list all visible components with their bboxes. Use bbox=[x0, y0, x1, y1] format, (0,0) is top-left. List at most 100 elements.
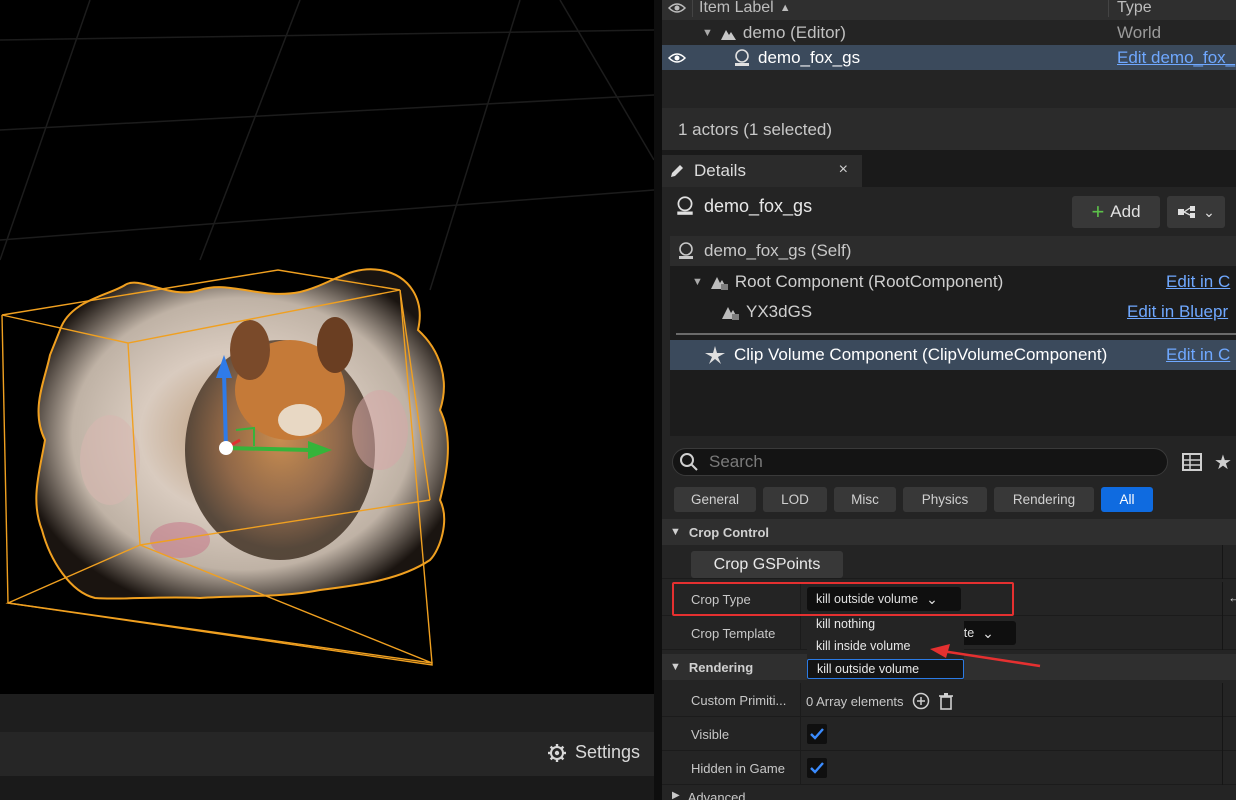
row-splitter bbox=[1222, 717, 1223, 751]
search-placeholder: Search bbox=[709, 452, 763, 471]
add-element-icon[interactable] bbox=[912, 692, 930, 710]
edit-in-cpp-link[interactable]: Edit in C bbox=[1166, 272, 1230, 292]
fox-snout bbox=[278, 404, 322, 436]
array-count: 0 Array elements bbox=[806, 693, 904, 709]
filter-general[interactable]: General bbox=[674, 487, 756, 512]
component-tree: demo_fox_gs (Self) ▼ Root Component (Roo… bbox=[670, 236, 1236, 436]
section-advanced[interactable]: ▶ Advanced bbox=[672, 790, 746, 800]
column-splitter[interactable] bbox=[800, 616, 801, 650]
selected-actor-name: demo_fox_gs bbox=[704, 195, 813, 216]
actor-icon bbox=[735, 48, 749, 66]
trash-icon[interactable] bbox=[938, 692, 954, 710]
add-label: Add bbox=[1110, 202, 1141, 221]
filter-misc[interactable]: Misc bbox=[834, 487, 896, 512]
world-icon bbox=[720, 29, 736, 40]
details-tab-label: Details bbox=[694, 161, 746, 180]
clip-volume-icon bbox=[705, 346, 725, 364]
row-splitter bbox=[1222, 616, 1223, 650]
component-self[interactable]: demo_fox_gs (Self) bbox=[670, 236, 1236, 266]
viewport-toolbar: Settings bbox=[0, 732, 654, 776]
panel-splitter[interactable] bbox=[654, 0, 662, 800]
reset-arrow-icon[interactable]: ← bbox=[1228, 590, 1236, 605]
close-icon[interactable]: × bbox=[839, 161, 848, 179]
array-editor: 0 Array elements bbox=[806, 692, 954, 710]
filter-lod[interactable]: LOD bbox=[763, 487, 827, 512]
outliner-row-actor-label: demo_fox_gs bbox=[692, 48, 1117, 68]
component-root[interactable]: ▼ Root Component (RootComponent) Edit in… bbox=[670, 267, 1236, 297]
section-rendering-label: Rendering bbox=[688, 659, 754, 675]
viewport-scene[interactable] bbox=[0, 0, 654, 694]
favorites-star-icon[interactable]: ★ bbox=[1214, 450, 1232, 475]
item-label-column-header[interactable]: Item Label ▲ bbox=[692, 0, 1108, 17]
settings-button[interactable]: Settings bbox=[547, 742, 640, 763]
status-strip bbox=[0, 776, 654, 800]
world-type: World bbox=[1117, 22, 1162, 42]
category-filters: General LOD Misc Physics Rendering All bbox=[674, 487, 1153, 512]
scene-component-icon bbox=[722, 307, 739, 320]
add-component-button[interactable]: + Add bbox=[1072, 196, 1160, 228]
hidden-in-game-row: Hidden in Game bbox=[662, 751, 1236, 785]
custom-primitive-row: Custom Primiti... 0 Array elements bbox=[662, 683, 1236, 717]
checkmark-icon bbox=[810, 728, 824, 740]
world-name: demo (Editor) bbox=[742, 22, 846, 42]
table-view-icon[interactable] bbox=[1182, 452, 1202, 472]
blueprint-icon bbox=[1178, 206, 1196, 218]
gear-icon bbox=[547, 743, 566, 762]
edit-in-blueprint-link[interactable]: Edit in Bluepr bbox=[1127, 302, 1228, 322]
blueprint-options-button[interactable]: ⌄ bbox=[1167, 196, 1225, 228]
details-search[interactable]: Search bbox=[672, 448, 1168, 476]
search-icon bbox=[680, 453, 698, 471]
row-splitter bbox=[1222, 751, 1223, 785]
column-splitter[interactable] bbox=[800, 717, 801, 751]
row-splitter bbox=[1222, 545, 1223, 579]
edit-in-cpp-link[interactable]: Edit in C bbox=[1166, 345, 1230, 365]
filter-physics[interactable]: Physics bbox=[903, 487, 987, 512]
flower-pattern-right bbox=[352, 390, 408, 470]
component-yx3dgs-label: YX3dGS bbox=[746, 302, 813, 321]
filter-all[interactable]: All bbox=[1101, 487, 1153, 512]
collapse-arrow-icon[interactable]: ▼ bbox=[702, 27, 713, 39]
type-header-text: Type bbox=[1117, 0, 1152, 16]
component-yx3dgs[interactable]: YX3dGS Edit in Bluepr bbox=[670, 297, 1236, 327]
outliner-row-actor[interactable]: demo_fox_gs Edit demo_fox_ bbox=[662, 45, 1236, 70]
fox-ear-left bbox=[230, 320, 270, 380]
scene-component-icon bbox=[710, 277, 728, 290]
editor-window: Settings Item Label ▲ Type ▼ demo (Edito… bbox=[0, 0, 1236, 800]
collapse-arrow-icon: ▼ bbox=[670, 661, 681, 673]
outliner-row-world-label: ▼ demo (Editor) bbox=[692, 23, 1117, 43]
viewport-bottom-bar bbox=[0, 694, 654, 732]
type-column-header[interactable]: Type bbox=[1108, 0, 1152, 17]
selected-actor-header: demo_fox_gs bbox=[674, 195, 812, 217]
expand-arrow-icon: ▶ bbox=[672, 790, 680, 800]
grid-lines bbox=[0, 0, 654, 291]
annotation-arrow bbox=[930, 644, 1041, 668]
visibility-column-header[interactable] bbox=[662, 2, 692, 14]
component-self-label: demo_fox_gs (Self) bbox=[704, 241, 852, 260]
outliner-empty-area bbox=[662, 70, 1236, 108]
visible-checkbox[interactable] bbox=[807, 724, 827, 744]
column-splitter[interactable] bbox=[800, 683, 801, 717]
visibility-toggle-icon[interactable] bbox=[662, 52, 692, 64]
plus-icon: + bbox=[1091, 199, 1105, 224]
row-splitter bbox=[1222, 582, 1223, 616]
pencil-icon bbox=[671, 165, 683, 177]
outliner-row-world[interactable]: ▼ demo (Editor) World bbox=[662, 20, 1236, 45]
actor-icon bbox=[677, 196, 693, 215]
section-crop-control[interactable]: ▼ Crop Control bbox=[662, 519, 1236, 545]
checkmark-icon bbox=[810, 762, 824, 774]
edit-actor-link[interactable]: Edit demo_fox_ bbox=[1117, 48, 1235, 68]
settings-label: Settings bbox=[574, 742, 640, 762]
outliner-header: Item Label ▲ Type bbox=[662, 0, 1236, 20]
details-tab[interactable]: Details × bbox=[662, 155, 862, 187]
custom-primitive-label: Custom Primiti... bbox=[691, 693, 787, 708]
viewport[interactable] bbox=[0, 0, 654, 694]
eye-icon bbox=[668, 3, 686, 13]
crop-gspoints-button[interactable]: Crop GSPoints bbox=[691, 551, 843, 578]
crop-template-label: Crop Template bbox=[691, 626, 776, 641]
option-kill-nothing[interactable]: kill nothing bbox=[807, 614, 964, 634]
hidden-in-game-checkbox[interactable] bbox=[807, 758, 827, 778]
component-clip-volume[interactable]: Clip Volume Component (ClipVolumeCompone… bbox=[670, 340, 1236, 370]
filter-rendering[interactable]: Rendering bbox=[994, 487, 1094, 512]
collapse-arrow-icon[interactable]: ▼ bbox=[692, 276, 703, 288]
column-splitter[interactable] bbox=[800, 751, 801, 785]
